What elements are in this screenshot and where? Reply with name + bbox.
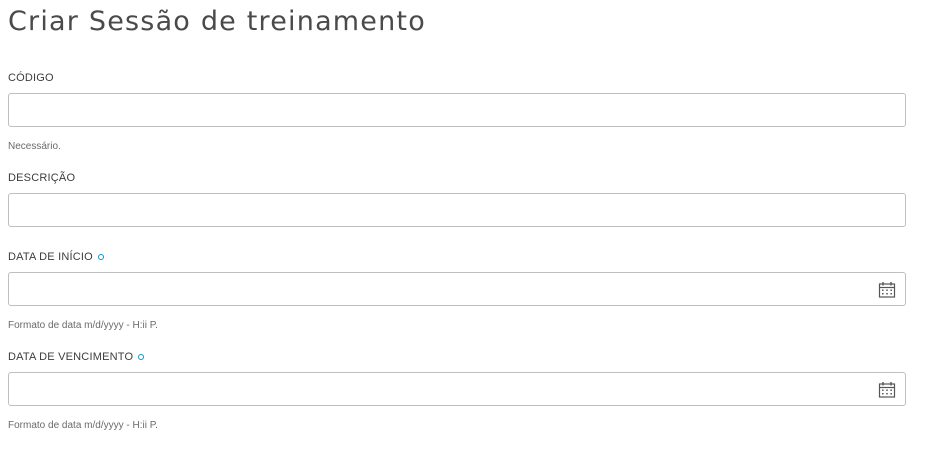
calendar-icon[interactable] xyxy=(878,381,896,399)
start-date-input[interactable] xyxy=(9,273,905,305)
start-date-format-hint: Formato de data m/d/yyyy - H:ii P. xyxy=(8,320,158,331)
code-label: CÓDIGO xyxy=(8,71,54,85)
code-label-text: CÓDIGO xyxy=(8,72,54,84)
description-label-text: DESCRIÇÃO xyxy=(8,172,76,184)
code-required-hint: Necessário. xyxy=(8,141,61,152)
due-date-format-hint: Formato de data m/d/yyyy - H:ii P. xyxy=(8,420,158,431)
due-date-input[interactable] xyxy=(9,373,905,405)
due-date-label-text: DATA DE VENCIMENTO xyxy=(8,351,134,363)
create-training-session-form: Criar Sessão de treinamento CÓDIGO Neces… xyxy=(0,0,933,450)
start-date-label: DATA DE INÍCIO xyxy=(8,250,104,264)
description-input[interactable] xyxy=(9,194,905,226)
code-input[interactable] xyxy=(9,94,905,126)
due-date-field-wrapper xyxy=(8,372,906,406)
start-date-label-text: DATA DE INÍCIO xyxy=(8,251,93,263)
description-field-wrapper xyxy=(8,193,906,227)
required-indicator-icon xyxy=(97,253,104,260)
page-title: Criar Sessão de treinamento xyxy=(8,6,426,37)
calendar-icon[interactable] xyxy=(878,281,896,299)
start-date-field-wrapper xyxy=(8,272,906,306)
description-label: DESCRIÇÃO xyxy=(8,171,75,185)
code-field-wrapper xyxy=(8,93,906,127)
due-date-label: DATA DE VENCIMENTO xyxy=(8,350,145,364)
required-indicator-icon xyxy=(138,353,145,360)
